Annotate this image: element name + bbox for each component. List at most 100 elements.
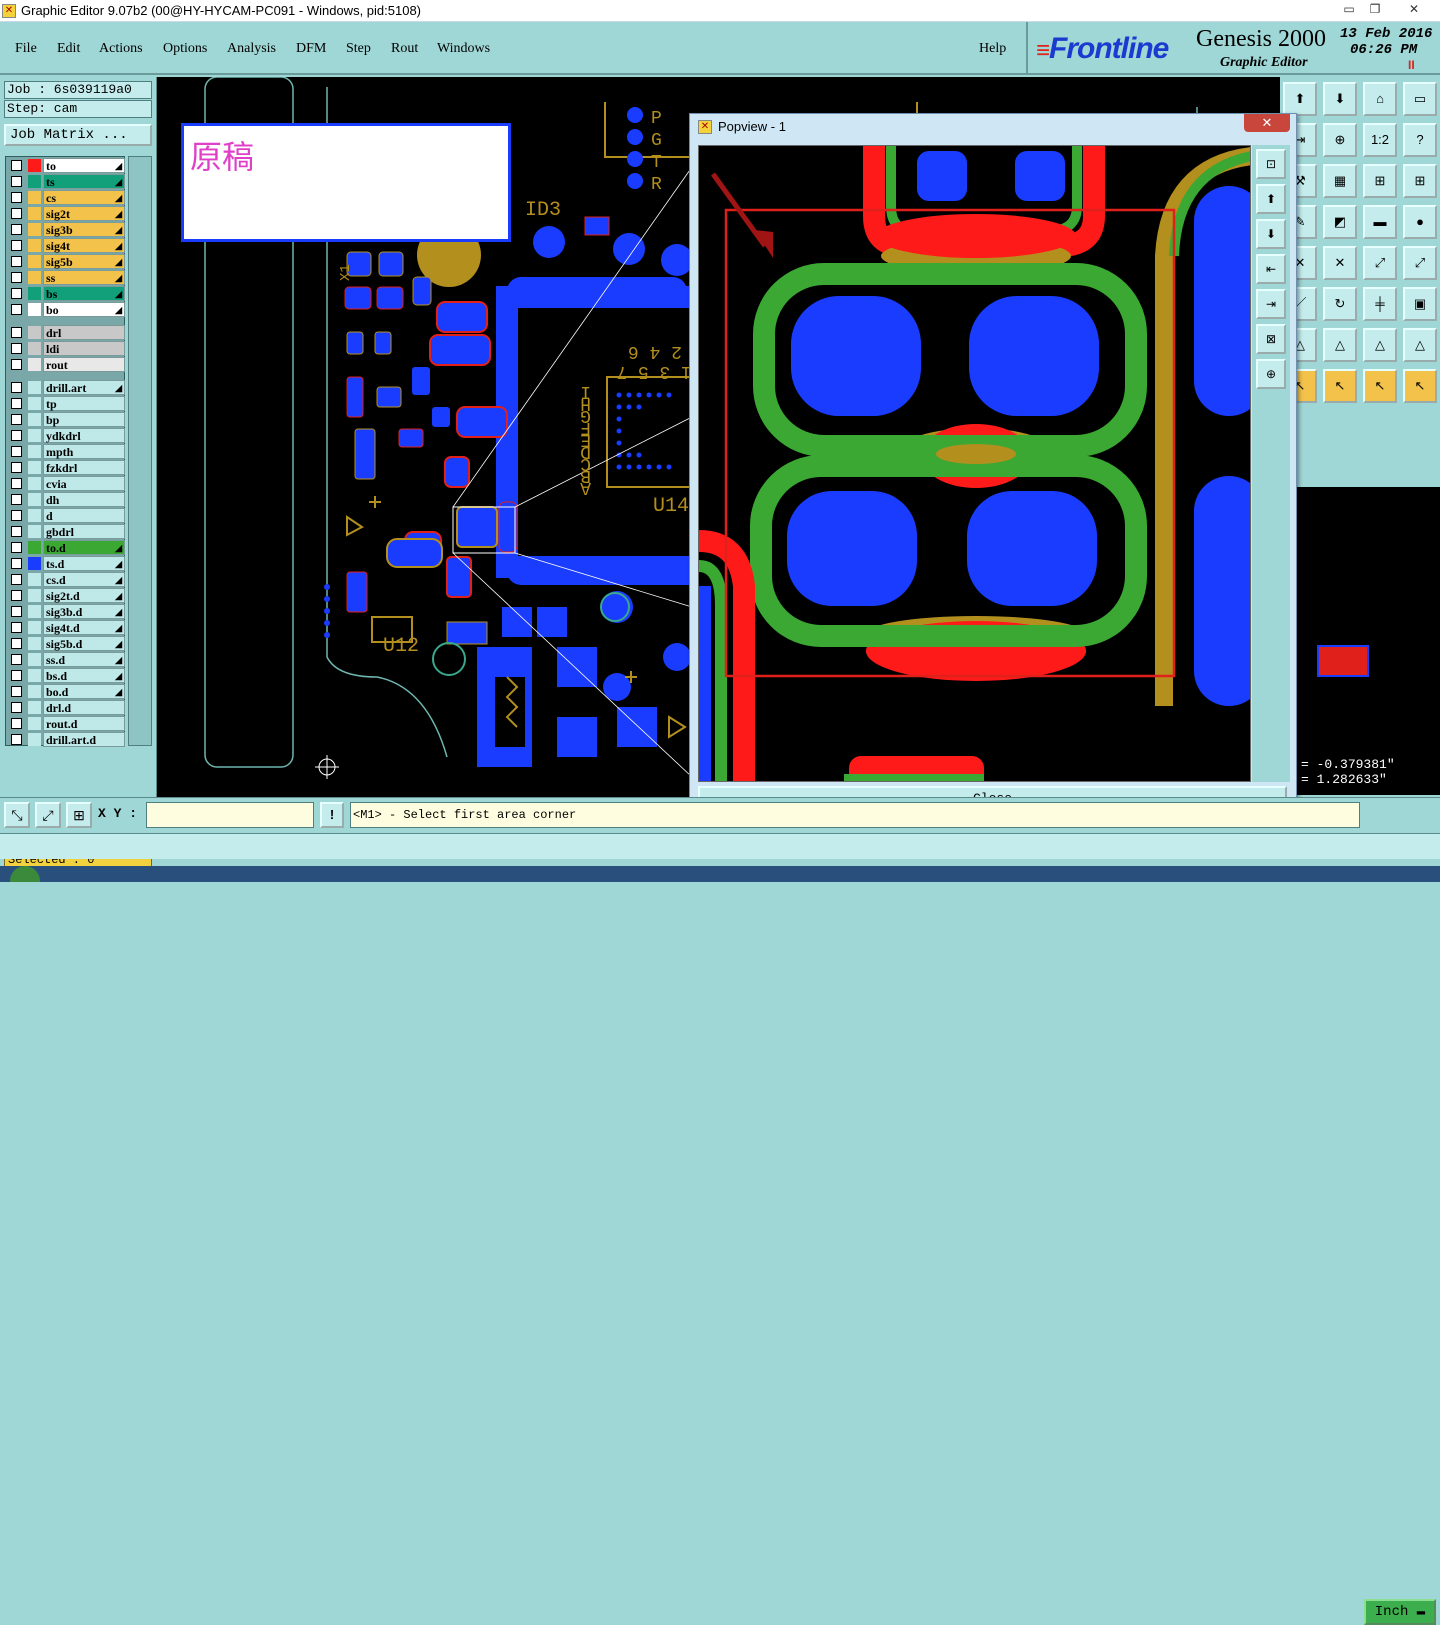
scroll-left-icon[interactable]: ⇤	[1256, 254, 1286, 284]
layer-checkbox[interactable]	[11, 304, 22, 315]
help-icon[interactable]: ?	[1403, 123, 1437, 157]
layer-name[interactable]: sig5b ◢	[43, 254, 125, 269]
grid-icon[interactable]: ⊞	[66, 802, 92, 828]
layer-row-drl[interactable]: drl	[8, 325, 126, 340]
menu-windows[interactable]: Windows	[437, 41, 490, 57]
layer-color-swatch[interactable]	[28, 207, 41, 220]
layer-name[interactable]: sig3b ◢	[43, 222, 125, 237]
layer-name[interactable]: ss ◢	[43, 270, 125, 285]
menu-rout[interactable]: Rout	[391, 41, 418, 57]
layer-name[interactable]: sig5b.d ◢	[43, 636, 125, 651]
home-icon[interactable]: ⌂	[1363, 82, 1397, 116]
layers-icon[interactable]: ▦	[1323, 164, 1357, 198]
layer-color-swatch[interactable]	[28, 445, 41, 458]
layer-color-swatch[interactable]	[28, 573, 41, 586]
layer-name[interactable]: bs.d ◢	[43, 668, 125, 683]
ff-icon[interactable]: ╪	[1363, 287, 1397, 321]
layer-color-swatch[interactable]	[28, 287, 41, 300]
layer-checkbox[interactable]	[11, 176, 22, 187]
fit-window-icon[interactable]: ⊠	[1256, 324, 1286, 354]
layer-name[interactable]: sig4t.d ◢	[43, 620, 125, 635]
layer-color-swatch[interactable]	[28, 303, 41, 316]
layer-color-swatch[interactable]	[28, 493, 41, 506]
layer-row-sig2t-d[interactable]: sig2t.d ◢	[8, 588, 126, 603]
layer-checkbox[interactable]	[11, 494, 22, 505]
layer-row-ss[interactable]: ss ◢	[8, 270, 126, 285]
layer-row-bp[interactable]: bp	[8, 412, 126, 427]
layer-name[interactable]: mpth	[43, 444, 125, 459]
layer-checkbox[interactable]	[11, 718, 22, 729]
layer-row-rout[interactable]: rout	[8, 357, 126, 372]
layer-row-drill-art[interactable]: drill.art ◢	[8, 380, 126, 395]
layer-name[interactable]: sig4t ◢	[43, 238, 125, 253]
layer-color-swatch[interactable]	[28, 637, 41, 650]
layer-name[interactable]: bo ◢	[43, 302, 125, 317]
layer-checkbox[interactable]	[11, 622, 22, 633]
popview-canvas[interactable]	[698, 145, 1251, 782]
1:2-icon[interactable]: 1:2	[1363, 123, 1397, 157]
layer-checkbox[interactable]	[11, 734, 22, 745]
scroll-right-icon[interactable]: ⇥	[1256, 289, 1286, 319]
zoom-in-icon[interactable]: ⤡	[4, 802, 30, 828]
menu-step[interactable]: Step	[346, 41, 371, 57]
layer-row-sig5b[interactable]: sig5b ◢	[8, 254, 126, 269]
layer-scrollbar[interactable]	[128, 156, 152, 746]
zoom-box-icon[interactable]: ⊡	[1256, 149, 1286, 179]
rotate-icon[interactable]: ↻	[1323, 287, 1357, 321]
layer-name[interactable]: drill.art ◢	[43, 380, 125, 395]
pointer-d-icon[interactable]: ↖	[1403, 369, 1437, 403]
menu-analysis[interactable]: Analysis	[227, 41, 276, 57]
move-icon[interactable]: ⤢	[1363, 246, 1397, 280]
close-window-button[interactable]: ✕	[1398, 1, 1430, 19]
layer-row-ts-d[interactable]: ts.d ◢	[8, 556, 126, 571]
layer-checkbox[interactable]	[11, 398, 22, 409]
zoom-center-icon[interactable]: ⊕	[1256, 359, 1286, 389]
layer-checkbox[interactable]	[11, 670, 22, 681]
layer-color-swatch[interactable]	[28, 397, 41, 410]
layer-row-sig2t[interactable]: sig2t ◢	[8, 206, 126, 221]
layer-checkbox[interactable]	[11, 288, 22, 299]
popview-close-x[interactable]: ✕	[1244, 114, 1290, 132]
job-matrix-button[interactable]: Job Matrix ...	[4, 124, 152, 146]
layer-checkbox[interactable]	[11, 590, 22, 601]
layer-color-swatch[interactable]	[28, 326, 41, 339]
layer-name[interactable]: ts ◢	[43, 174, 125, 189]
xy-input[interactable]	[146, 802, 314, 828]
layer-color-swatch[interactable]	[28, 525, 41, 538]
layer-name[interactable]: drill.art.d	[43, 732, 125, 747]
layer-row-drill-art-d[interactable]: drill.art.d	[8, 732, 126, 747]
window-icon[interactable]: ▭	[1403, 82, 1437, 116]
layer-color-swatch[interactable]	[28, 255, 41, 268]
layer-checkbox[interactable]	[11, 160, 22, 171]
layer-color-swatch[interactable]	[28, 477, 41, 490]
layer-checkbox[interactable]	[11, 558, 22, 569]
flip-icon[interactable]: ◩	[1323, 205, 1357, 239]
edit-icon[interactable]: ⤢	[1403, 246, 1437, 280]
layer-name[interactable]: ts.d ◢	[43, 556, 125, 571]
layer-color-swatch[interactable]	[28, 733, 41, 746]
layer-name[interactable]: to ◢	[43, 158, 125, 173]
layer-row-ldi[interactable]: ldi	[8, 341, 126, 356]
layer-name[interactable]: rout.d	[43, 716, 125, 731]
layer-checkbox[interactable]	[11, 240, 22, 251]
layer-checkbox[interactable]	[11, 638, 22, 649]
box-icon[interactable]: ▣	[1403, 287, 1437, 321]
layer-row-ts[interactable]: ts ◢	[8, 174, 126, 189]
layer-checkbox[interactable]	[11, 343, 22, 354]
layer-name[interactable]: drl.d	[43, 700, 125, 715]
layer-color-swatch[interactable]	[28, 557, 41, 570]
layer-name[interactable]: fzkdrl	[43, 460, 125, 475]
layer-checkbox[interactable]	[11, 526, 22, 537]
layer-color-swatch[interactable]	[28, 685, 41, 698]
pointer-b-icon[interactable]: ↖	[1323, 369, 1357, 403]
layer-color-swatch[interactable]	[28, 381, 41, 394]
layer-row-ydkdrl[interactable]: ydkdrl	[8, 428, 126, 443]
layer-name[interactable]: cs ◢	[43, 190, 125, 205]
layer-checkbox[interactable]	[11, 272, 22, 283]
layer-checkbox[interactable]	[11, 382, 22, 393]
layer-name[interactable]: sig2t ◢	[43, 206, 125, 221]
layer-row-dh[interactable]: dh	[8, 492, 126, 507]
layer-row-to[interactable]: to ◢	[8, 158, 126, 173]
layer-row-tp[interactable]: tp	[8, 396, 126, 411]
layer-name[interactable]: tp	[43, 396, 125, 411]
